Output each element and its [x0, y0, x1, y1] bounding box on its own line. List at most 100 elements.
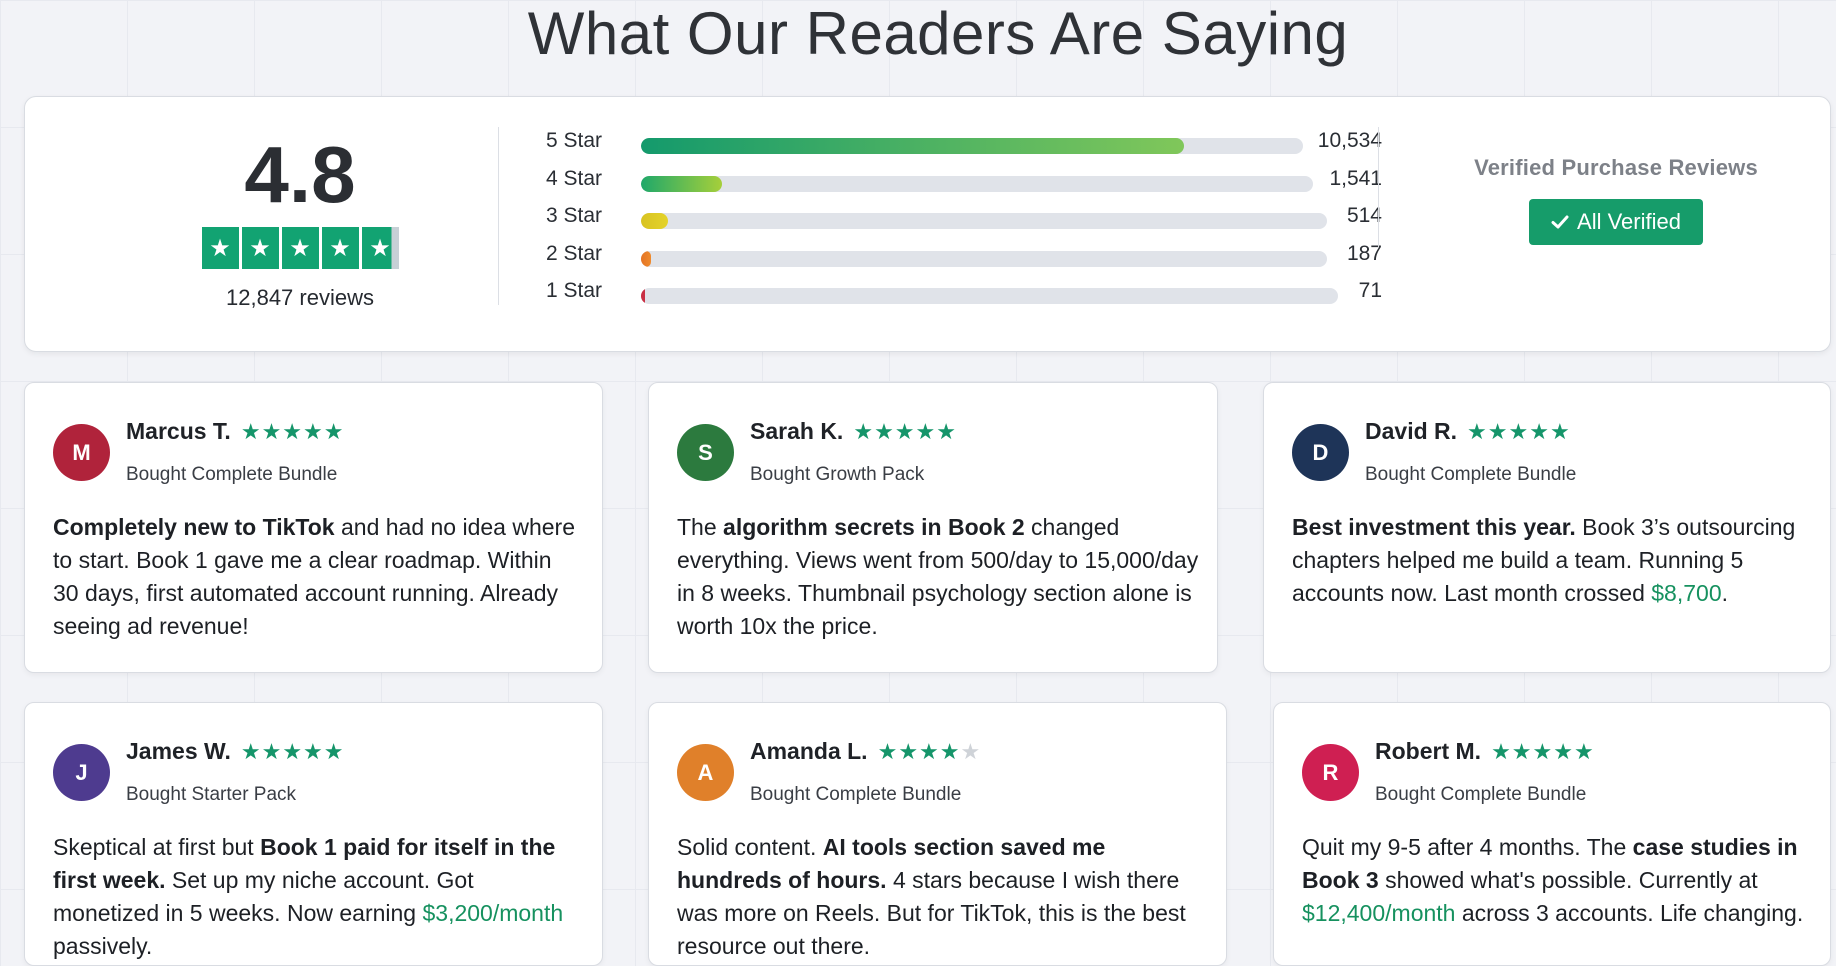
breakdown-row-2: 2 Star 187 [522, 235, 1382, 273]
star-icon: ★ [303, 418, 324, 444]
all-verified-button[interactable]: All Verified [1529, 199, 1703, 245]
rating-breakdown: 5 Star 10,534 4 Star 1,541 3 Star 514 2 … [522, 122, 1382, 310]
star-icon: ★ [1467, 418, 1488, 444]
avatar-initial: S [698, 439, 713, 465]
star-icon: ★ [1491, 738, 1512, 764]
breakdown-count: 71 [1358, 279, 1382, 302]
star-icon: ★ [282, 418, 304, 444]
page-title: What Our Readers Are Saying [527, 0, 1349, 67]
total-review-count: 12,847 reviews [226, 285, 374, 310]
breakdown-count: 1,541 [1329, 166, 1382, 190]
purchase-label: Bought Complete Bundle [126, 464, 338, 485]
star-rating: ★★★★★ [1491, 739, 1595, 765]
breakdown-count: 10,534 [1317, 129, 1382, 152]
review-card: R Robert M. ★★★★★ Bought Complete Bundle… [1273, 702, 1831, 966]
breakdown-row-4: 4 Star 1,541 [522, 160, 1382, 198]
star-icon: ★ [241, 227, 279, 269]
divider [498, 127, 499, 305]
purchase-label: Bought Complete Bundle [1365, 464, 1577, 485]
purchase-label: Bought Starter Pack [126, 784, 297, 805]
breakdown-label: 4 Star [546, 166, 603, 190]
reviewer-name: Amanda L. [750, 738, 868, 764]
review-text-segment: Quit my 9-5 after 4 months. The [1302, 834, 1633, 860]
review-text-segment: showed what's possible. Currently at [1378, 867, 1758, 893]
breakdown-bar-fill [641, 250, 652, 267]
purchase-label: Bought Growth Pack [750, 464, 925, 485]
star-icon: ★ [1487, 418, 1509, 444]
star-icon: ★ [261, 418, 283, 444]
avatar-initial: J [75, 759, 88, 785]
verified-block: Verified Purchase Reviews All Verified [1445, 155, 1787, 245]
star-icon: ★ [939, 738, 961, 764]
star-rating: ★★★★★ [241, 739, 345, 765]
star-icon: ★ [321, 227, 359, 269]
breakdown-bar [641, 250, 1327, 267]
review-text-segment: across 3 accounts. Life changing. [1455, 900, 1804, 926]
star-icon: ★ [853, 418, 875, 444]
breakdown-bar [641, 213, 1327, 229]
star-icon: ★ [894, 418, 916, 444]
star-icon: ★ [898, 738, 920, 764]
star-rating: ★★★★★ [878, 739, 982, 765]
star-icon: ★ [1508, 418, 1530, 444]
review-text-segment: passively. [53, 933, 153, 959]
breakdown-label: 1 Star [546, 279, 603, 302]
reviewer-name: David R. [1365, 418, 1458, 444]
star-icon: ★ [915, 418, 937, 444]
breakdown-row-3: 3 Star 514 [522, 197, 1382, 235]
star-icon: ★ [936, 418, 957, 444]
all-verified-label: All Verified [1577, 209, 1681, 234]
review-highlight: Best investment this year. [1292, 514, 1576, 540]
review-text-segment: . [1721, 580, 1729, 606]
star-rating: ★★★★★ [241, 419, 345, 445]
star-rating: ★★★★★ [853, 419, 957, 445]
review-text-segment: Solid content. [677, 834, 823, 860]
star-icon: ★ [877, 738, 899, 764]
avatar: A [677, 744, 734, 801]
earnings-amount: $12,400/month [1302, 900, 1456, 926]
review-text: Completely new to TikTok and had no idea… [53, 511, 583, 643]
star-icon: ★ [281, 227, 319, 269]
star-icon: ★ [1574, 738, 1595, 764]
review-text: Solid content. AI tools section saved me… [677, 831, 1212, 963]
avatar: R [1302, 744, 1359, 801]
divider [1378, 127, 1379, 247]
star-icon: ★ [919, 738, 940, 764]
review-text: Skeptical at first but Book 1 paid for i… [53, 831, 583, 963]
star-icon: ★ [261, 738, 283, 764]
breakdown-row-5: 5 Star 10,534 [522, 122, 1382, 160]
star-icon: ★ [874, 418, 895, 444]
breakdown-bar [641, 138, 1303, 154]
review-text-segment: Skeptical at first but [53, 834, 261, 860]
star-icon: ★ [303, 738, 324, 764]
check-icon [1551, 215, 1569, 229]
star-icon: ★ [1532, 738, 1554, 764]
breakdown-bar-fill [641, 288, 646, 304]
reviewer-name: Marcus T. [126, 418, 231, 444]
earnings-amount: $3,200/month [422, 900, 564, 926]
breakdown-label: 5 Star [546, 129, 603, 152]
avatar-initial: A [697, 759, 714, 785]
breakdown-count: 514 [1346, 204, 1382, 227]
breakdown-row-1: 1 Star 71 [522, 272, 1382, 310]
review-text: Best investment this year. Book 3’s outs… [1292, 511, 1812, 610]
breakdown-bar-fill [641, 175, 722, 192]
avatar: D [1292, 424, 1349, 481]
review-card: D David R. ★★★★★ Bought Complete Bundle … [1263, 382, 1831, 673]
reviewer-name: Sarah K. [750, 418, 844, 444]
review-text-segment: The [677, 514, 724, 540]
breakdown-label: 3 Star [546, 204, 603, 227]
review-card: A Amanda L. ★★★★★ Bought Complete Bundle… [648, 702, 1227, 966]
star-icon: ★ [240, 738, 262, 764]
star-icon: ★ [1529, 418, 1550, 444]
empty-star-icon: ★ [960, 738, 982, 764]
avatar: J [53, 744, 110, 801]
overall-stars: ★ ★ ★ ★ ★ [170, 227, 430, 269]
reviewer-name: Robert M. [1375, 738, 1482, 764]
avatar-initial: D [1312, 439, 1329, 465]
star-rating: ★★★★★ [1467, 419, 1571, 445]
partial-star-icon: ★ [361, 227, 399, 269]
avatar-initial: R [1322, 759, 1339, 785]
reviewer-name: James W. [126, 738, 231, 764]
review-text: The algorithm secrets in Book 2 changed … [677, 511, 1202, 643]
